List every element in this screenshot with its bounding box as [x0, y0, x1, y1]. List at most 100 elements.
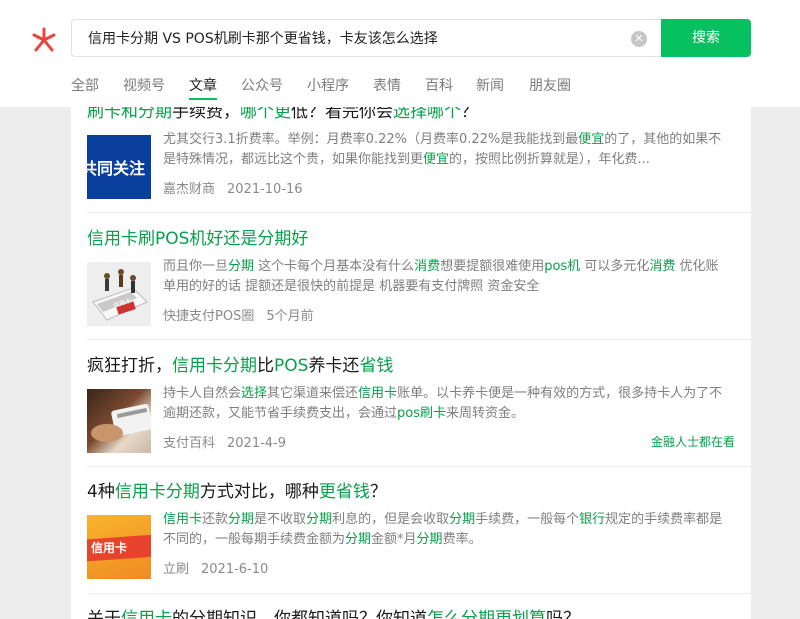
highlighted-keyword: 分期	[228, 259, 255, 274]
highlighted-keyword: 便宜	[578, 132, 605, 147]
text-segment: 关于	[87, 609, 121, 619]
highlighted-keyword: 消费	[649, 259, 676, 274]
highlighted-keyword: 信用卡	[163, 512, 203, 527]
header: ✕ 搜索 全部 视频号 文章 公众号 小程序 表情 百科 新闻 朋友圈	[0, 0, 800, 107]
readers-tag: 金融人士都在看	[650, 435, 735, 449]
text-segment: 想要提额很难使用	[440, 259, 545, 274]
clear-icon[interactable]: ✕	[631, 31, 647, 47]
result-thumbnail	[87, 389, 151, 453]
text-segment: 4种	[87, 482, 115, 502]
result-title[interactable]: 疯狂打折，信用卡分期比POS养卡还省钱	[87, 355, 393, 377]
text-segment: 是不收取	[254, 512, 307, 527]
result-item[interactable]: 刷卡和分期手续费，哪个更低？看完你会选择哪个？ 共同关注 尤其交行3.1折费率。…	[71, 107, 751, 213]
result-meta: 支付百科 2021-4-9	[163, 432, 286, 451]
text-segment: 疯狂打折，	[87, 356, 172, 376]
highlighted-keyword: 分期	[228, 512, 255, 527]
highlighted-keyword: pos机	[544, 259, 581, 274]
result-date: 2021-4-9	[227, 436, 287, 451]
tab-channels[interactable]: 视频号	[123, 75, 165, 95]
highlighted-keyword: 选择哪个	[393, 107, 461, 122]
highlighted-keyword: 信用卡分期	[114, 482, 200, 502]
thumbnail-image	[87, 262, 151, 326]
text-segment: 手续费，一般每个	[475, 512, 580, 527]
result-date: 5个月前	[266, 309, 314, 324]
highlighted-keyword: 分期	[306, 512, 333, 527]
text-segment: 可以多元化	[580, 259, 650, 274]
text-segment: 金额*月	[371, 532, 417, 547]
text-segment: 费率。	[442, 532, 482, 547]
highlighted-keyword: 便宜	[423, 152, 450, 167]
highlighted-keyword: 信用卡刷POS机好还是分期好	[87, 229, 309, 249]
highlighted-keyword: 分期	[449, 512, 476, 527]
highlighted-keyword: 刷卡和分期	[87, 107, 172, 122]
result-meta: 快捷支付POS圈 5个月前	[163, 305, 314, 324]
result-thumbnail: 信用卡	[87, 515, 151, 579]
text-segment: 方式对比，哪种	[199, 482, 319, 502]
highlighted-keyword: 省钱	[359, 356, 394, 376]
text-segment: ？	[369, 482, 387, 502]
highlighted-keyword: POS	[274, 356, 309, 376]
result-date: 2021-6-10	[201, 562, 269, 577]
result-source[interactable]: 嘉杰财商	[163, 182, 215, 197]
text-segment: 的分期知识，你都知道吗？你知道	[172, 609, 427, 619]
highlighted-keyword: 信用卡	[121, 609, 172, 619]
text-segment: 低？看完你会	[291, 107, 393, 122]
highlighted-keyword: 消费	[414, 259, 441, 274]
result-snippet: 持卡人自然会选择其它渠道来偿还信用卡账单。以卡养卡便是一种有效的方式，很多持卡人…	[163, 384, 729, 424]
thumbnail-banner-text: 共同关注	[87, 159, 146, 178]
result-meta: 嘉杰财商 2021-10-16	[163, 178, 303, 197]
result-thumbnail: 共同关注	[87, 135, 151, 199]
result-item[interactable]: 关于信用卡的分期知识，你都知道吗？你知道怎么分期更划算吗？	[71, 594, 751, 619]
text-segment: 尤其交行3.1折费率。举例：月费率0.22%（月费率0.22%是我能找到最	[163, 132, 579, 147]
result-date: 2021-10-16	[227, 182, 303, 197]
search-button[interactable]: 搜索	[661, 19, 751, 57]
text-segment: 还款	[202, 512, 229, 527]
tab-official-accounts[interactable]: 公众号	[241, 75, 283, 95]
highlighted-keyword: pos刷卡	[397, 406, 446, 421]
tab-mini-programs[interactable]: 小程序	[307, 75, 349, 95]
text-segment: 这个卡每个月基本没有什么	[254, 259, 415, 274]
tab-encyclopedia[interactable]: 百科	[425, 75, 453, 95]
tab-all[interactable]: 全部	[71, 75, 99, 95]
result-title[interactable]: 刷卡和分期手续费，哪个更低？看完你会选择哪个？	[87, 107, 478, 123]
result-title[interactable]: 信用卡刷POS机好还是分期好	[87, 228, 308, 250]
wechat-search-logo-icon[interactable]	[30, 26, 58, 54]
highlighted-keyword: 信用卡	[358, 386, 398, 401]
highlighted-keyword: 信用卡分期	[172, 356, 257, 376]
tab-moments[interactable]: 朋友圈	[529, 75, 571, 95]
text-segment: 来周转资金。	[446, 406, 525, 421]
thumbnail-banner-text: 信用卡	[91, 541, 128, 555]
thumbnail-image	[91, 403, 151, 442]
text-segment: ？	[461, 107, 478, 122]
result-meta: 立刷 2021-6-10	[163, 558, 268, 577]
text-segment: 吗？	[546, 609, 580, 619]
highlighted-keyword: 选择	[241, 386, 268, 401]
highlighted-keyword: 银行	[579, 512, 606, 527]
result-item[interactable]: 信用卡刷POS机好还是分期好 信用卡 而且你一旦分期 这个卡每个月基本没有什么消…	[71, 213, 751, 340]
result-source[interactable]: 快捷支付POS圈	[163, 309, 254, 324]
result-title[interactable]: 4种信用卡分期方式对比，哪种更省钱？	[87, 481, 387, 503]
result-source[interactable]: 立刷	[163, 562, 189, 577]
text-segment: 利息的，但是会收取	[332, 512, 450, 527]
result-item[interactable]: 疯狂打折，信用卡分期比POS养卡还省钱 持卡人自然会选择其它渠道来偿还信用卡账单…	[71, 340, 751, 467]
text-segment: 手续费，	[172, 107, 240, 122]
highlighted-keyword: 更省钱	[318, 482, 370, 502]
results-list: 刷卡和分期手续费，哪个更低？看完你会选择哪个？ 共同关注 尤其交行3.1折费率。…	[71, 107, 751, 619]
search-box: ✕	[71, 19, 661, 57]
tab-stickers[interactable]: 表情	[373, 75, 401, 95]
search-input[interactable]	[88, 20, 618, 56]
text-segment: 其它渠道来偿还	[267, 386, 359, 401]
result-item[interactable]: 4种信用卡分期方式对比，哪种更省钱？ 信用卡 信用卡还款分期是不收取分期利息的，…	[71, 467, 751, 594]
tab-news[interactable]: 新闻	[476, 75, 504, 95]
result-source[interactable]: 支付百科	[163, 436, 215, 451]
highlighted-keyword: 分期	[345, 532, 372, 547]
highlighted-keyword: 哪个更	[240, 107, 291, 122]
result-title[interactable]: 关于信用卡的分期知识，你都知道吗？你知道怎么分期更划算吗？	[87, 608, 580, 619]
text-segment: 养卡还	[308, 356, 360, 376]
text-segment: 而且你一旦	[163, 259, 229, 274]
highlighted-keyword: 怎么分期更划算	[427, 609, 546, 619]
highlighted-keyword: 分期	[416, 532, 443, 547]
result-snippet: 信用卡还款分期是不收取分期利息的，但是会收取分期手续费，一般每个银行规定的手续费…	[163, 510, 729, 550]
text-segment: 持卡人自然会	[163, 386, 242, 401]
tab-articles[interactable]: 文章	[189, 75, 217, 100]
